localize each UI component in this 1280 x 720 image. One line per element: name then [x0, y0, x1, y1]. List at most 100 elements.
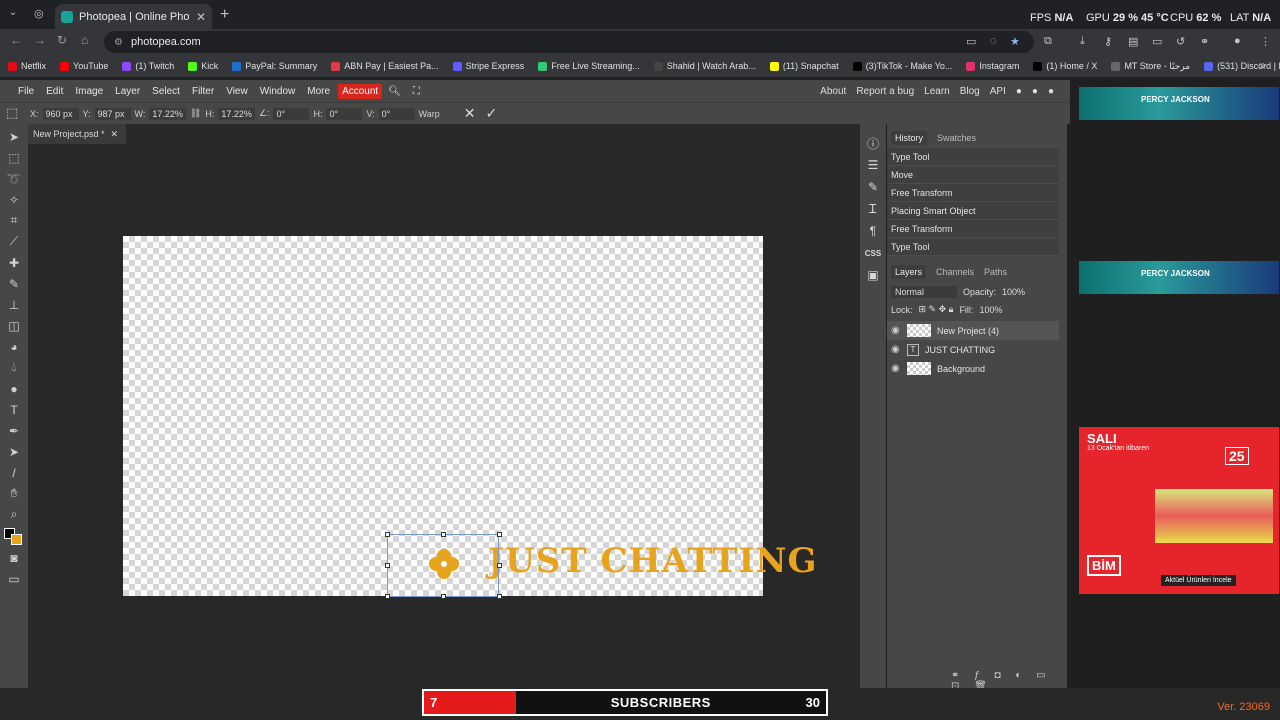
bookmark-item[interactable]: (3)TikTok - Make Yo... — [852, 61, 952, 71]
link-about[interactable]: About — [820, 86, 846, 97]
layer-row[interactable]: ◉ T JUST CHATTING — [887, 340, 1059, 359]
eye-icon[interactable]: ◉ — [891, 344, 901, 355]
tab-paths[interactable]: Paths — [984, 267, 1007, 277]
tab-swatches[interactable]: Swatches — [937, 133, 976, 143]
magic-wand-tool-icon[interactable]: ✧ — [0, 189, 28, 210]
eraser-tool-icon[interactable]: ◫ — [0, 315, 28, 336]
menu-window[interactable]: Window — [254, 86, 302, 97]
bookmark-item[interactable]: YouTube — [60, 61, 108, 71]
line-tool-icon[interactable]: / — [0, 462, 28, 483]
history-item[interactable]: Type Tool — [887, 148, 1059, 166]
cancel-icon[interactable]: ✕ — [464, 105, 476, 122]
lasso-tool-icon[interactable]: ➰ — [0, 168, 28, 189]
handle-b[interactable] — [441, 594, 446, 599]
ad-banner-bim[interactable]: SALI 13 Ocak'tan itibaren 25 BİM Aktüel … — [1079, 427, 1279, 594]
handle-r[interactable] — [497, 563, 502, 568]
link-learn[interactable]: Learn — [924, 86, 950, 97]
transform-selection[interactable] — [387, 534, 499, 597]
path-select-tool-icon[interactable]: ➤ — [0, 441, 28, 462]
brush-tool-icon[interactable]: ✎ — [0, 273, 28, 294]
extensions-icon[interactable]: ⧉ — [1044, 35, 1052, 48]
link-report-a-bug[interactable]: Report a bug — [856, 86, 914, 97]
bookmark-item[interactable]: Stripe Express — [452, 61, 524, 71]
menu-view[interactable]: View — [220, 86, 254, 97]
dodge-tool-icon[interactable]: ● — [0, 378, 28, 399]
quick-mask-icon[interactable]: ◙ — [0, 547, 28, 568]
document-tab[interactable]: New Project.psd * ✕ — [28, 124, 126, 144]
bookmark-item[interactable]: ABN Pay | Easiest Pa... — [331, 61, 439, 71]
reddit-icon[interactable]: ● — [1016, 86, 1022, 97]
paint-bucket-tool-icon[interactable]: ◕ — [0, 336, 28, 357]
h-field[interactable]: 17.22% — [218, 107, 255, 120]
link-icon[interactable]: ⚭ — [1200, 35, 1209, 48]
paragraph-icon[interactable]: ¶ — [860, 220, 886, 242]
info-icon[interactable]: ⓘ — [860, 132, 886, 154]
key-icon[interactable]: ⚷ — [1104, 35, 1112, 48]
healing-tool-icon[interactable]: ✚ — [0, 252, 28, 273]
fill-field[interactable]: 100% — [979, 305, 1002, 315]
layer-row[interactable]: ◉ New Project (4) — [887, 321, 1059, 340]
eye-icon[interactable]: ◉ — [891, 363, 901, 374]
layer-row[interactable]: ◉ Background — [887, 359, 1059, 378]
brush-settings-icon[interactable]: ✎ — [860, 176, 886, 198]
link-blog[interactable]: Blog — [960, 86, 980, 97]
adjustments-icon[interactable]: ☰ — [860, 154, 886, 176]
history-item[interactable]: Move — [887, 166, 1059, 184]
link-api[interactable]: API — [990, 86, 1006, 97]
cast-icon[interactable]: ▭ — [966, 35, 976, 48]
crop-tool-icon[interactable]: ⌗ — [0, 210, 28, 231]
reload-icon[interactable]: ↻ — [57, 33, 67, 47]
tab-layers[interactable]: Layers — [891, 265, 927, 279]
menu-image[interactable]: Image — [69, 86, 109, 97]
character-icon[interactable]: Ꮖ — [860, 198, 886, 220]
menu-select[interactable]: Select — [146, 86, 186, 97]
tab-search-icon[interactable]: ⌄ — [5, 7, 21, 21]
eye-icon[interactable]: ◉ — [891, 325, 901, 336]
history-icon[interactable]: ↺ — [1176, 35, 1185, 48]
type-tool-icon[interactable]: T — [0, 399, 28, 420]
blend-mode-select[interactable]: Normal — [891, 286, 957, 298]
bookmark-item[interactable]: Netflix — [8, 61, 46, 71]
bookmark-item[interactable]: (11) Snapchat — [769, 61, 839, 71]
tab-close-icon[interactable]: ✕ — [196, 10, 206, 24]
bookmark-item[interactable]: Instagram — [966, 61, 1019, 71]
angle-field[interactable]: 0° — [273, 107, 310, 120]
screen-mode-icon[interactable]: ▭ — [0, 568, 28, 589]
browser-tab[interactable]: Photopea | Online Photo Editor ✕ — [55, 4, 212, 29]
address-bar[interactable]: ⚙ photopea.com — [104, 31, 1034, 53]
blur-tool-icon[interactable]: 💧︎ — [0, 357, 28, 378]
menu-layer[interactable]: Layer — [109, 86, 146, 97]
bookmark-item[interactable]: (531) Discord | Frien... — [1204, 61, 1280, 71]
transform-tool-icon[interactable]: ⬚ — [6, 105, 18, 121]
bookmark-item[interactable]: Free Live Streaming... — [538, 61, 640, 71]
css-icon[interactable]: CSS — [860, 242, 886, 264]
ad-banner-top[interactable]: PERCY JACKSON — [1079, 87, 1279, 120]
tab-history[interactable]: History — [891, 131, 928, 145]
skew-v-field[interactable]: 0° — [378, 107, 415, 120]
history-item[interactable]: Placing Smart Object — [887, 202, 1059, 220]
handle-l[interactable] — [385, 563, 390, 568]
chain-icon[interactable]: ⛓ — [190, 108, 201, 119]
back-icon[interactable]: ← — [10, 33, 22, 47]
confirm-icon[interactable]: ✓ — [486, 105, 498, 122]
pen-tool-icon[interactable]: ✒ — [0, 420, 28, 441]
bookmarks-more-icon[interactable]: » — [1259, 58, 1266, 72]
marquee-tool-icon[interactable]: ⬚ — [0, 147, 28, 168]
bookmark-item[interactable]: Kick — [188, 61, 218, 71]
handle-t[interactable] — [441, 532, 446, 537]
menu-more[interactable]: More — [301, 86, 336, 97]
search-icon[interactable]: 🔍︎ — [382, 86, 407, 97]
opacity-field[interactable]: 100% — [1002, 287, 1025, 297]
facebook-icon[interactable]: ● — [1048, 86, 1054, 97]
fullscreen-icon[interactable]: ⛶ — [407, 86, 426, 97]
menu-edit[interactable]: Edit — [40, 86, 69, 97]
history-item[interactable]: Free Transform — [887, 184, 1059, 202]
home-icon[interactable]: ⌂ — [81, 33, 88, 47]
eyedropper-tool-icon[interactable]: ⟋ — [0, 231, 28, 252]
bookmark-item[interactable]: (1) Twitch — [122, 61, 174, 71]
color-swatches[interactable] — [0, 525, 28, 547]
translate-icon[interactable]: ▤ — [1128, 35, 1138, 48]
new-tab-icon[interactable]: + — [220, 6, 229, 24]
clone-stamp-tool-icon[interactable]: ⊥ — [0, 294, 28, 315]
w-field[interactable]: 17.22% — [149, 107, 186, 120]
